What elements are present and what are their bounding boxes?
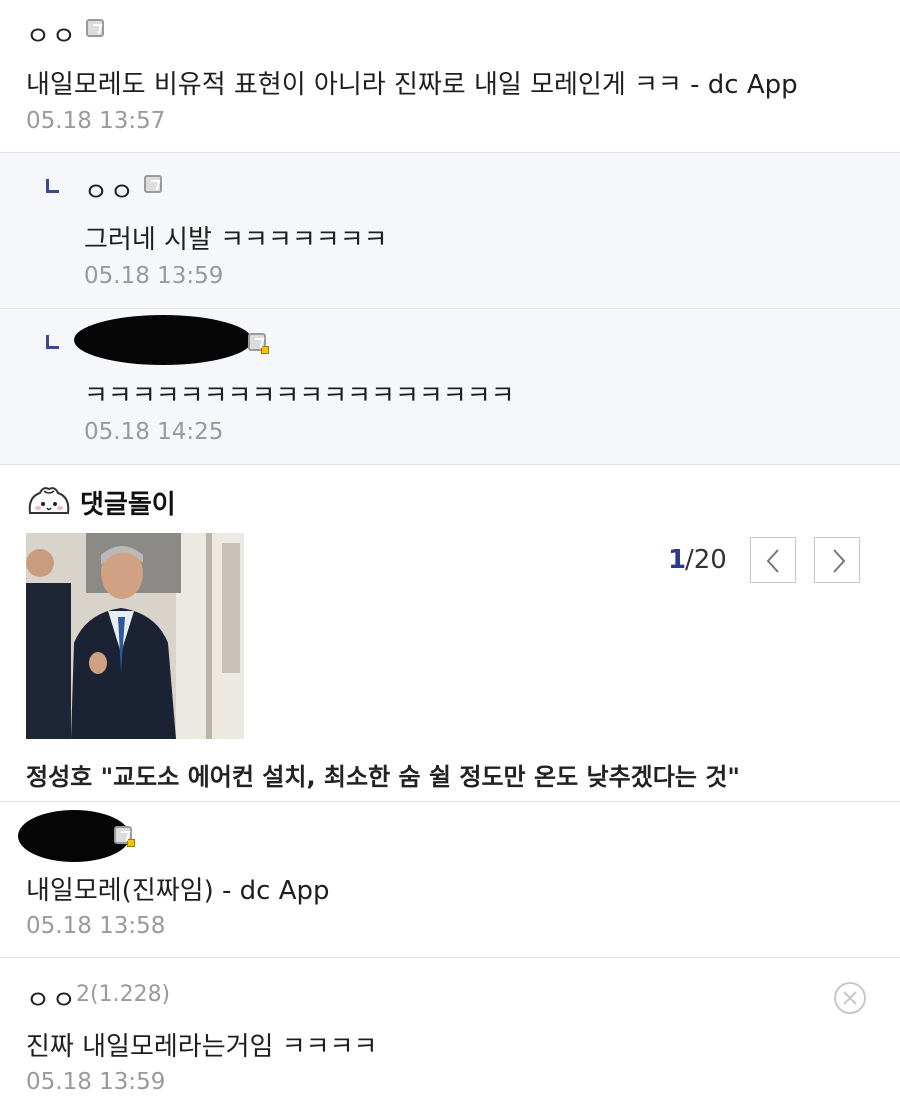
mobile-icon [86, 19, 104, 37]
comment: ㅇㅇ 내일모레도 비유적 표현이 아니라 진짜로 내일 모레인게 ㅋㅋ - dc… [0, 0, 900, 152]
comment: 내일모레(진짜임) - dc App 05.18 13:58 [0, 802, 900, 957]
chevron-left-icon [766, 549, 779, 573]
bot-title: 댓글돌이 [80, 490, 176, 520]
reply-marker-icon [46, 335, 59, 349]
comment-date: 05.18 14:25 [84, 419, 224, 445]
comment-date: 05.18 13:58 [26, 913, 166, 939]
redacted-author [74, 315, 252, 365]
comment-date: 05.18 13:59 [84, 263, 224, 289]
prev-button[interactable] [750, 537, 796, 583]
next-button[interactable] [814, 537, 860, 583]
mobile-icon [144, 175, 162, 193]
reply-comment: ㅇㅇ 그러네 시발 ㅋㅋㅋㅋㅋㅋㅋ 05.18 13:59 [0, 153, 900, 308]
comment-text: 진짜 내일모레라는거임 ㅋㅋㅋㅋ [26, 1032, 378, 1062]
comment-date: 05.18 13:59 [26, 1069, 166, 1095]
comment-author[interactable]: ㅇㅇ [84, 172, 136, 209]
comment-text: 내일모레도 비유적 표현이 아니라 진짜로 내일 모레인게 ㅋㅋ - dc Ap… [26, 70, 798, 100]
comment-text: ㅋㅋㅋㅋㅋㅋㅋㅋㅋㅋㅋㅋㅋㅋㅋㅋㅋㅋ [84, 381, 515, 411]
chevron-right-icon [833, 549, 846, 573]
delete-icon[interactable] [832, 980, 868, 1016]
reply-marker-icon [46, 179, 59, 193]
reply-comment: ㅋㅋㅋㅋㅋㅋㅋㅋㅋㅋㅋㅋㅋㅋㅋㅋㅋㅋ 05.18 14:25 [0, 309, 900, 464]
pagination-total: /20 [685, 545, 727, 575]
bot-headline[interactable]: 정성호 "교도소 에어컨 설치, 최소한 숨 쉴 정도만 온도 낮추겠다는 것" [26, 757, 740, 792]
comment-text: 내일모레(진짜임) - dc App [26, 876, 330, 906]
bot-news-image[interactable] [26, 533, 244, 739]
comment: ㅇㅇ 2(1.228) 진짜 내일모레라는거임 ㅋㅋㅋㅋ 05.18 13:59 [0, 958, 900, 1107]
comment-date: 05.18 13:57 [26, 108, 166, 134]
comment-author[interactable]: ㅇㅇ [26, 980, 78, 1017]
comment-text: 그러네 시발 ㅋㅋㅋㅋㅋㅋㅋ [84, 225, 388, 255]
dumpling-mascot-icon [26, 483, 72, 519]
comment-author[interactable]: ㅇㅇ [26, 16, 78, 53]
comment-ip: 2(1.228) [76, 982, 171, 1007]
pagination-current: 1 [668, 545, 687, 575]
comment-bot: 댓글돌이 1 /20 정성호 "교도소 에어컨 설치, 최소한 숨 쉴 정도만 … [0, 465, 900, 801]
mobile-icon [114, 826, 135, 847]
mobile-icon [248, 333, 269, 354]
